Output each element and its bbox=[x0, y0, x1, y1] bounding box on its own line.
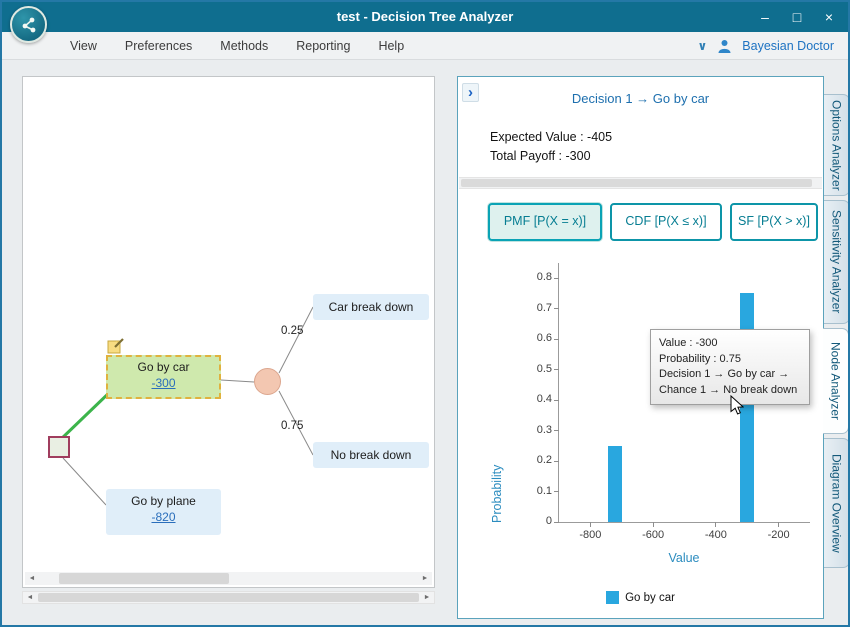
maximize-button[interactable]: □ bbox=[784, 5, 810, 29]
node-label: Go by car bbox=[108, 360, 219, 374]
tooltip-line: Decision 1 → Go by car → bbox=[659, 367, 801, 383]
tooltip-line: Probability : 0.75 bbox=[659, 352, 801, 368]
y-tick-label: 0 bbox=[516, 515, 552, 527]
chance-node[interactable] bbox=[254, 368, 281, 395]
y-tick-label: 0.3 bbox=[516, 424, 552, 436]
total-payoff: Total Payoff : -300 bbox=[490, 149, 591, 163]
window-title: test - Decision Tree Analyzer bbox=[2, 2, 848, 32]
node-analyzer-panel: › Decision 1 → Go by car Expected Value … bbox=[457, 76, 824, 619]
menu-reporting[interactable]: Reporting bbox=[282, 34, 364, 58]
edge-car-to-chance bbox=[221, 380, 254, 382]
edge-decision-to-plane bbox=[63, 458, 106, 505]
bar--720[interactable] bbox=[608, 446, 622, 522]
edge-decision-to-car bbox=[59, 391, 111, 441]
y-tick-label: 0.7 bbox=[516, 302, 552, 314]
window-controls: – □ × bbox=[752, 2, 842, 32]
titlebar: test - Decision Tree Analyzer – □ × bbox=[2, 2, 848, 32]
decision-node[interactable] bbox=[48, 436, 70, 458]
menu-methods[interactable]: Methods bbox=[206, 34, 282, 58]
y-tick bbox=[554, 308, 559, 309]
chevron-down-icon[interactable]: ∨ bbox=[698, 39, 708, 53]
tab-diagram-overview[interactable]: Diagram Overview bbox=[824, 438, 850, 568]
y-tick bbox=[554, 491, 559, 492]
x-tick bbox=[778, 522, 779, 527]
y-tick bbox=[554, 522, 559, 523]
decision-tree-canvas[interactable]: Go by car -300 0.25 0.75 Car break down … bbox=[22, 76, 435, 588]
x-tick-label: -200 bbox=[757, 529, 801, 541]
menu-help[interactable]: Help bbox=[364, 34, 418, 58]
y-axis-label: Probability bbox=[490, 263, 504, 523]
y-tick bbox=[554, 339, 559, 340]
expected-value: Expected Value : -405 bbox=[490, 130, 612, 144]
node-no-break-down[interactable]: No break down bbox=[313, 442, 429, 468]
legend-label: Go by car bbox=[625, 592, 675, 604]
canvas-horizontal-scrollbar[interactable]: ◄ ► bbox=[25, 572, 432, 585]
x-tick bbox=[590, 522, 591, 527]
payoff-link-go-by-plane[interactable]: -820 bbox=[151, 510, 175, 524]
chart-tooltip: Value : -300 Probability : 0.75 Decision… bbox=[650, 329, 810, 405]
minimize-button[interactable]: – bbox=[752, 5, 778, 29]
probability-label-break: 0.25 bbox=[281, 325, 303, 337]
y-tick-label: 0.6 bbox=[516, 332, 552, 344]
legend-swatch bbox=[606, 591, 619, 604]
y-tick-label: 0.5 bbox=[516, 363, 552, 375]
x-tick bbox=[653, 522, 654, 527]
node-go-by-car[interactable]: Go by car -300 bbox=[106, 355, 221, 399]
x-tick-label: -800 bbox=[568, 529, 612, 541]
edge-chance-to-break bbox=[279, 307, 313, 373]
tab-options-analyzer[interactable]: Options Analyzer bbox=[824, 94, 850, 196]
x-axis-label: Value bbox=[558, 551, 810, 565]
menubar-right: ∨ Bayesian Doctor bbox=[698, 32, 834, 60]
chart-legend: Go by car bbox=[458, 591, 823, 604]
close-button[interactable]: × bbox=[816, 5, 842, 29]
node-label: Go by plane bbox=[106, 494, 221, 508]
y-tick-label: 0.8 bbox=[516, 271, 552, 283]
x-tick bbox=[715, 522, 716, 527]
x-tick-label: -600 bbox=[631, 529, 675, 541]
cdf-button[interactable]: CDF [P(X ≤ x)] bbox=[610, 203, 722, 241]
scroll-right-icon[interactable]: ► bbox=[420, 592, 434, 603]
tab-sensitivity-analyzer[interactable]: Sensitivity Analyzer bbox=[824, 200, 850, 324]
x-tick-label: -400 bbox=[694, 529, 738, 541]
app-logo-icon bbox=[10, 6, 47, 43]
app-window: test - Decision Tree Analyzer – □ × View… bbox=[0, 0, 850, 627]
y-tick bbox=[554, 369, 559, 370]
scrollbar-thumb[interactable] bbox=[461, 179, 812, 187]
pmf-button[interactable]: PMF [P(X = x)] bbox=[488, 203, 602, 241]
outer-horizontal-scrollbar[interactable]: ◄ ► bbox=[22, 591, 435, 604]
payoff-link-go-by-car[interactable]: -300 bbox=[151, 376, 175, 390]
bayesian-doctor-link[interactable]: Bayesian Doctor bbox=[742, 39, 834, 53]
probability-label-nobreak: 0.75 bbox=[281, 420, 303, 432]
node-car-break-down[interactable]: Car break down bbox=[313, 294, 429, 320]
pmf-chart: Probability 0 0.1 0.2 0.3 0.4 0.5 0.6 0.7 0.8 -80… bbox=[478, 249, 818, 584]
y-tick-label: 0.2 bbox=[516, 454, 552, 466]
scrollbar-thumb[interactable] bbox=[38, 593, 419, 602]
panel-scrollbar[interactable] bbox=[459, 177, 822, 189]
y-tick bbox=[554, 278, 559, 279]
analyzer-title: Decision 1 → Go by car bbox=[458, 91, 823, 106]
bayesian-doctor-icon bbox=[717, 39, 732, 54]
scroll-left-icon[interactable]: ◄ bbox=[23, 592, 37, 603]
menu-view[interactable]: View bbox=[56, 34, 111, 58]
node-go-by-plane[interactable]: Go by plane -820 bbox=[106, 489, 221, 535]
y-tick-label: 0.1 bbox=[516, 485, 552, 497]
scroll-left-icon[interactable]: ◄ bbox=[25, 572, 39, 585]
scrollbar-thumb[interactable] bbox=[59, 573, 229, 584]
scroll-right-icon[interactable]: ► bbox=[418, 572, 432, 585]
sf-button[interactable]: SF [P(X > x)] bbox=[730, 203, 818, 241]
tree-edges bbox=[23, 77, 434, 587]
mouse-cursor bbox=[730, 395, 744, 420]
tooltip-line: Value : -300 bbox=[659, 336, 801, 352]
tab-node-analyzer[interactable]: Node Analyzer bbox=[823, 328, 849, 434]
menu-preferences[interactable]: Preferences bbox=[111, 34, 206, 58]
y-tick-label: 0.4 bbox=[516, 393, 552, 405]
y-tick bbox=[554, 461, 559, 462]
y-tick bbox=[554, 400, 559, 401]
y-tick bbox=[554, 430, 559, 431]
